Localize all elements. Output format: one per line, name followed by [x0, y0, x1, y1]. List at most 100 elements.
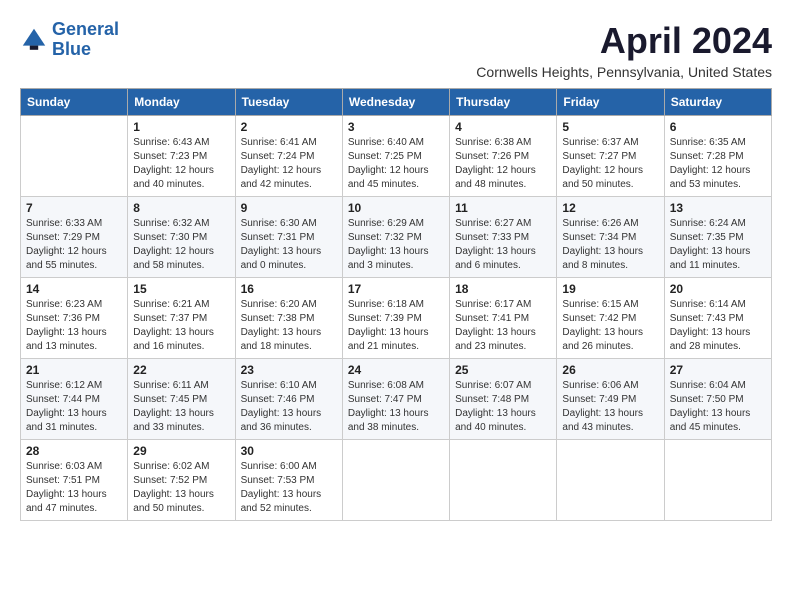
sunset-text: Sunset: 7:52 PM: [133, 475, 207, 486]
calendar-cell: 12 Sunrise: 6:26 AM Sunset: 7:34 PM Dayl…: [557, 197, 664, 278]
calendar-week-row: 7 Sunrise: 6:33 AM Sunset: 7:29 PM Dayli…: [21, 197, 772, 278]
calendar-table: SundayMondayTuesdayWednesdayThursdayFrid…: [20, 88, 772, 521]
sunrise-text: Sunrise: 6:15 AM: [562, 299, 638, 310]
calendar-cell: 29 Sunrise: 6:02 AM Sunset: 7:52 PM Dayl…: [128, 440, 235, 521]
daylight-text: Daylight: 12 hours and 58 minutes.: [133, 246, 214, 271]
sunset-text: Sunset: 7:37 PM: [133, 313, 207, 324]
day-number: 4: [455, 120, 551, 134]
sunrise-text: Sunrise: 6:08 AM: [348, 380, 424, 391]
sunrise-text: Sunrise: 6:23 AM: [26, 299, 102, 310]
day-header-sunday: Sunday: [21, 89, 128, 116]
sunset-text: Sunset: 7:26 PM: [455, 151, 529, 162]
sunrise-text: Sunrise: 6:02 AM: [133, 461, 209, 472]
day-info: Sunrise: 6:37 AM Sunset: 7:27 PM Dayligh…: [562, 136, 658, 192]
sunset-text: Sunset: 7:30 PM: [133, 232, 207, 243]
sunrise-text: Sunrise: 6:21 AM: [133, 299, 209, 310]
calendar-week-row: 28 Sunrise: 6:03 AM Sunset: 7:51 PM Dayl…: [21, 440, 772, 521]
day-header-thursday: Thursday: [450, 89, 557, 116]
sunset-text: Sunset: 7:48 PM: [455, 394, 529, 405]
daylight-text: Daylight: 13 hours and 45 minutes.: [670, 408, 751, 433]
day-number: 2: [241, 120, 337, 134]
sunset-text: Sunset: 7:24 PM: [241, 151, 315, 162]
calendar-cell: [450, 440, 557, 521]
sunset-text: Sunset: 7:45 PM: [133, 394, 207, 405]
day-number: 13: [670, 201, 766, 215]
day-info: Sunrise: 6:40 AM Sunset: 7:25 PM Dayligh…: [348, 136, 444, 192]
day-number: 9: [241, 201, 337, 215]
daylight-text: Daylight: 13 hours and 26 minutes.: [562, 327, 643, 352]
sunset-text: Sunset: 7:42 PM: [562, 313, 636, 324]
daylight-text: Daylight: 12 hours and 55 minutes.: [26, 246, 107, 271]
day-info: Sunrise: 6:29 AM Sunset: 7:32 PM Dayligh…: [348, 217, 444, 273]
day-number: 28: [26, 444, 122, 458]
sunrise-text: Sunrise: 6:32 AM: [133, 218, 209, 229]
daylight-text: Daylight: 13 hours and 0 minutes.: [241, 246, 322, 271]
daylight-text: Daylight: 13 hours and 23 minutes.: [455, 327, 536, 352]
day-info: Sunrise: 6:30 AM Sunset: 7:31 PM Dayligh…: [241, 217, 337, 273]
sunrise-text: Sunrise: 6:26 AM: [562, 218, 638, 229]
calendar-cell: 14 Sunrise: 6:23 AM Sunset: 7:36 PM Dayl…: [21, 278, 128, 359]
day-number: 22: [133, 363, 229, 377]
daylight-text: Daylight: 12 hours and 50 minutes.: [562, 165, 643, 190]
sunset-text: Sunset: 7:46 PM: [241, 394, 315, 405]
day-header-friday: Friday: [557, 89, 664, 116]
day-info: Sunrise: 6:38 AM Sunset: 7:26 PM Dayligh…: [455, 136, 551, 192]
daylight-text: Daylight: 13 hours and 18 minutes.: [241, 327, 322, 352]
daylight-text: Daylight: 13 hours and 31 minutes.: [26, 408, 107, 433]
logo: General Blue: [20, 20, 119, 60]
daylight-text: Daylight: 13 hours and 36 minutes.: [241, 408, 322, 433]
day-number: 18: [455, 282, 551, 296]
calendar-cell: 16 Sunrise: 6:20 AM Sunset: 7:38 PM Dayl…: [235, 278, 342, 359]
day-header-monday: Monday: [128, 89, 235, 116]
logo-icon: [20, 26, 48, 54]
daylight-text: Daylight: 13 hours and 43 minutes.: [562, 408, 643, 433]
sunset-text: Sunset: 7:28 PM: [670, 151, 744, 162]
day-number: 5: [562, 120, 658, 134]
day-number: 6: [670, 120, 766, 134]
day-number: 15: [133, 282, 229, 296]
day-number: 7: [26, 201, 122, 215]
day-info: Sunrise: 6:21 AM Sunset: 7:37 PM Dayligh…: [133, 298, 229, 354]
daylight-text: Daylight: 13 hours and 13 minutes.: [26, 327, 107, 352]
sunset-text: Sunset: 7:27 PM: [562, 151, 636, 162]
calendar-cell: 17 Sunrise: 6:18 AM Sunset: 7:39 PM Dayl…: [342, 278, 449, 359]
day-info: Sunrise: 6:04 AM Sunset: 7:50 PM Dayligh…: [670, 379, 766, 435]
location-subtitle: Cornwells Heights, Pennsylvania, United …: [476, 64, 772, 80]
calendar-cell: 15 Sunrise: 6:21 AM Sunset: 7:37 PM Dayl…: [128, 278, 235, 359]
daylight-text: Daylight: 13 hours and 3 minutes.: [348, 246, 429, 271]
sunset-text: Sunset: 7:34 PM: [562, 232, 636, 243]
sunrise-text: Sunrise: 6:04 AM: [670, 380, 746, 391]
sunrise-text: Sunrise: 6:43 AM: [133, 137, 209, 148]
day-info: Sunrise: 6:06 AM Sunset: 7:49 PM Dayligh…: [562, 379, 658, 435]
daylight-text: Daylight: 12 hours and 53 minutes.: [670, 165, 751, 190]
calendar-cell: 30 Sunrise: 6:00 AM Sunset: 7:53 PM Dayl…: [235, 440, 342, 521]
day-number: 19: [562, 282, 658, 296]
calendar-cell: 6 Sunrise: 6:35 AM Sunset: 7:28 PM Dayli…: [664, 116, 771, 197]
sunset-text: Sunset: 7:31 PM: [241, 232, 315, 243]
sunset-text: Sunset: 7:38 PM: [241, 313, 315, 324]
day-number: 24: [348, 363, 444, 377]
sunset-text: Sunset: 7:39 PM: [348, 313, 422, 324]
day-number: 21: [26, 363, 122, 377]
sunrise-text: Sunrise: 6:18 AM: [348, 299, 424, 310]
day-info: Sunrise: 6:20 AM Sunset: 7:38 PM Dayligh…: [241, 298, 337, 354]
sunset-text: Sunset: 7:49 PM: [562, 394, 636, 405]
calendar-week-row: 1 Sunrise: 6:43 AM Sunset: 7:23 PM Dayli…: [21, 116, 772, 197]
calendar-cell: 28 Sunrise: 6:03 AM Sunset: 7:51 PM Dayl…: [21, 440, 128, 521]
calendar-cell: 26 Sunrise: 6:06 AM Sunset: 7:49 PM Dayl…: [557, 359, 664, 440]
day-number: 11: [455, 201, 551, 215]
day-number: 26: [562, 363, 658, 377]
sunset-text: Sunset: 7:23 PM: [133, 151, 207, 162]
sunrise-text: Sunrise: 6:10 AM: [241, 380, 317, 391]
calendar-cell: 7 Sunrise: 6:33 AM Sunset: 7:29 PM Dayli…: [21, 197, 128, 278]
calendar-cell: [21, 116, 128, 197]
sunrise-text: Sunrise: 6:14 AM: [670, 299, 746, 310]
calendar-cell: 20 Sunrise: 6:14 AM Sunset: 7:43 PM Dayl…: [664, 278, 771, 359]
calendar-cell: 13 Sunrise: 6:24 AM Sunset: 7:35 PM Dayl…: [664, 197, 771, 278]
sunrise-text: Sunrise: 6:30 AM: [241, 218, 317, 229]
day-info: Sunrise: 6:03 AM Sunset: 7:51 PM Dayligh…: [26, 460, 122, 516]
day-info: Sunrise: 6:11 AM Sunset: 7:45 PM Dayligh…: [133, 379, 229, 435]
daylight-text: Daylight: 13 hours and 52 minutes.: [241, 489, 322, 514]
daylight-text: Daylight: 13 hours and 33 minutes.: [133, 408, 214, 433]
daylight-text: Daylight: 13 hours and 47 minutes.: [26, 489, 107, 514]
